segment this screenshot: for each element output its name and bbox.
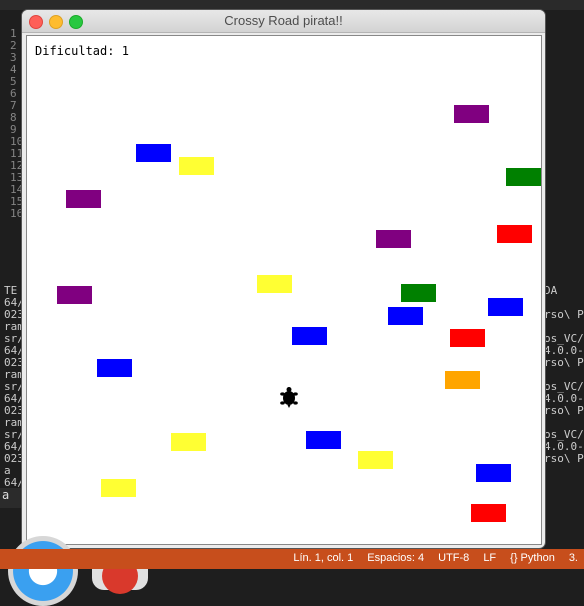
terminal-line: 64/ — [4, 393, 24, 405]
difficulty-label: Dificultad: 1 — [35, 44, 129, 58]
terminal-line: 023 — [4, 309, 24, 321]
terminal-line: 023 — [4, 357, 24, 369]
terminal-line: sr/ — [4, 381, 24, 393]
terminal-line: ram — [4, 321, 24, 333]
car-block — [257, 275, 292, 293]
car-block — [401, 284, 436, 302]
car-block — [476, 464, 511, 482]
car-block — [388, 307, 423, 325]
editor-status-bar: Lín. 1, col. 1 Espacios: 4 UTF-8 LF {} P… — [0, 549, 584, 569]
car-block — [97, 359, 132, 377]
python-version[interactable]: 3. — [569, 552, 578, 564]
car-block — [358, 451, 393, 469]
car-block — [101, 479, 136, 497]
car-block — [66, 190, 101, 208]
terminal-line: rso\ Py — [544, 404, 584, 417]
terminal-line: 64/ — [4, 345, 24, 357]
terminal-line: TE — [4, 285, 18, 297]
terminal-line: 64/ — [4, 297, 24, 309]
terminal-line: ram — [4, 417, 24, 429]
eol-setting[interactable]: LF — [483, 552, 496, 564]
window-title: Crossy Road pirata!! — [224, 13, 343, 28]
car-block — [376, 230, 411, 248]
car-block — [454, 105, 489, 123]
terminal-line: 64/ — [4, 441, 24, 453]
car-block — [306, 431, 341, 449]
terminal-line: sr/ — [4, 429, 24, 441]
car-block — [136, 144, 171, 162]
terminal-line: 023 — [4, 453, 24, 465]
encoding-setting[interactable]: UTF-8 — [438, 552, 469, 564]
car-block — [292, 327, 327, 345]
terminal-line: 023 — [4, 405, 24, 417]
terminal-line: a — [4, 465, 11, 477]
game-canvas[interactable]: Dificultad: 1 — [26, 35, 542, 545]
background-fragment: a — [0, 488, 24, 508]
line-number: 16 — [10, 207, 24, 220]
cursor-position[interactable]: Lín. 1, col. 1 — [293, 552, 353, 564]
car-block — [471, 504, 506, 522]
terminal-right-output: DArso\ Pyos_VC/P4.0.0-drso\ Pyos_VC/P4.0… — [544, 285, 584, 535]
editor-line-numbers: 1 2 3 4 5 6 7 8 9 10 11 12 13 14 15 16 — [0, 28, 24, 288]
terminal-line: rso\ Py — [544, 308, 584, 321]
terminal-line: ram — [4, 369, 24, 381]
safari-dock-icon[interactable] — [8, 536, 78, 606]
language-mode[interactable]: {} Python — [510, 552, 555, 564]
terminal-line: rso\ Py — [544, 356, 584, 369]
indentation-setting[interactable]: Espacios: 4 — [367, 552, 424, 564]
car-block — [506, 168, 541, 186]
background-top-bar — [0, 0, 584, 10]
car-block — [497, 225, 532, 243]
terminal-line: DA — [544, 285, 558, 297]
car-block — [488, 298, 523, 316]
terminal-line: rso\ Py — [544, 452, 584, 465]
car-block — [445, 371, 480, 389]
turtle-icon — [280, 387, 298, 408]
car-block — [179, 157, 214, 175]
car-block — [171, 433, 206, 451]
car-block — [57, 286, 92, 304]
window-titlebar[interactable]: Crossy Road pirata!! — [22, 10, 545, 33]
game-window[interactable]: Crossy Road pirata!! Dificultad: 1 — [22, 10, 545, 548]
terminal-line: sr/ — [4, 333, 24, 345]
car-block — [450, 329, 485, 347]
